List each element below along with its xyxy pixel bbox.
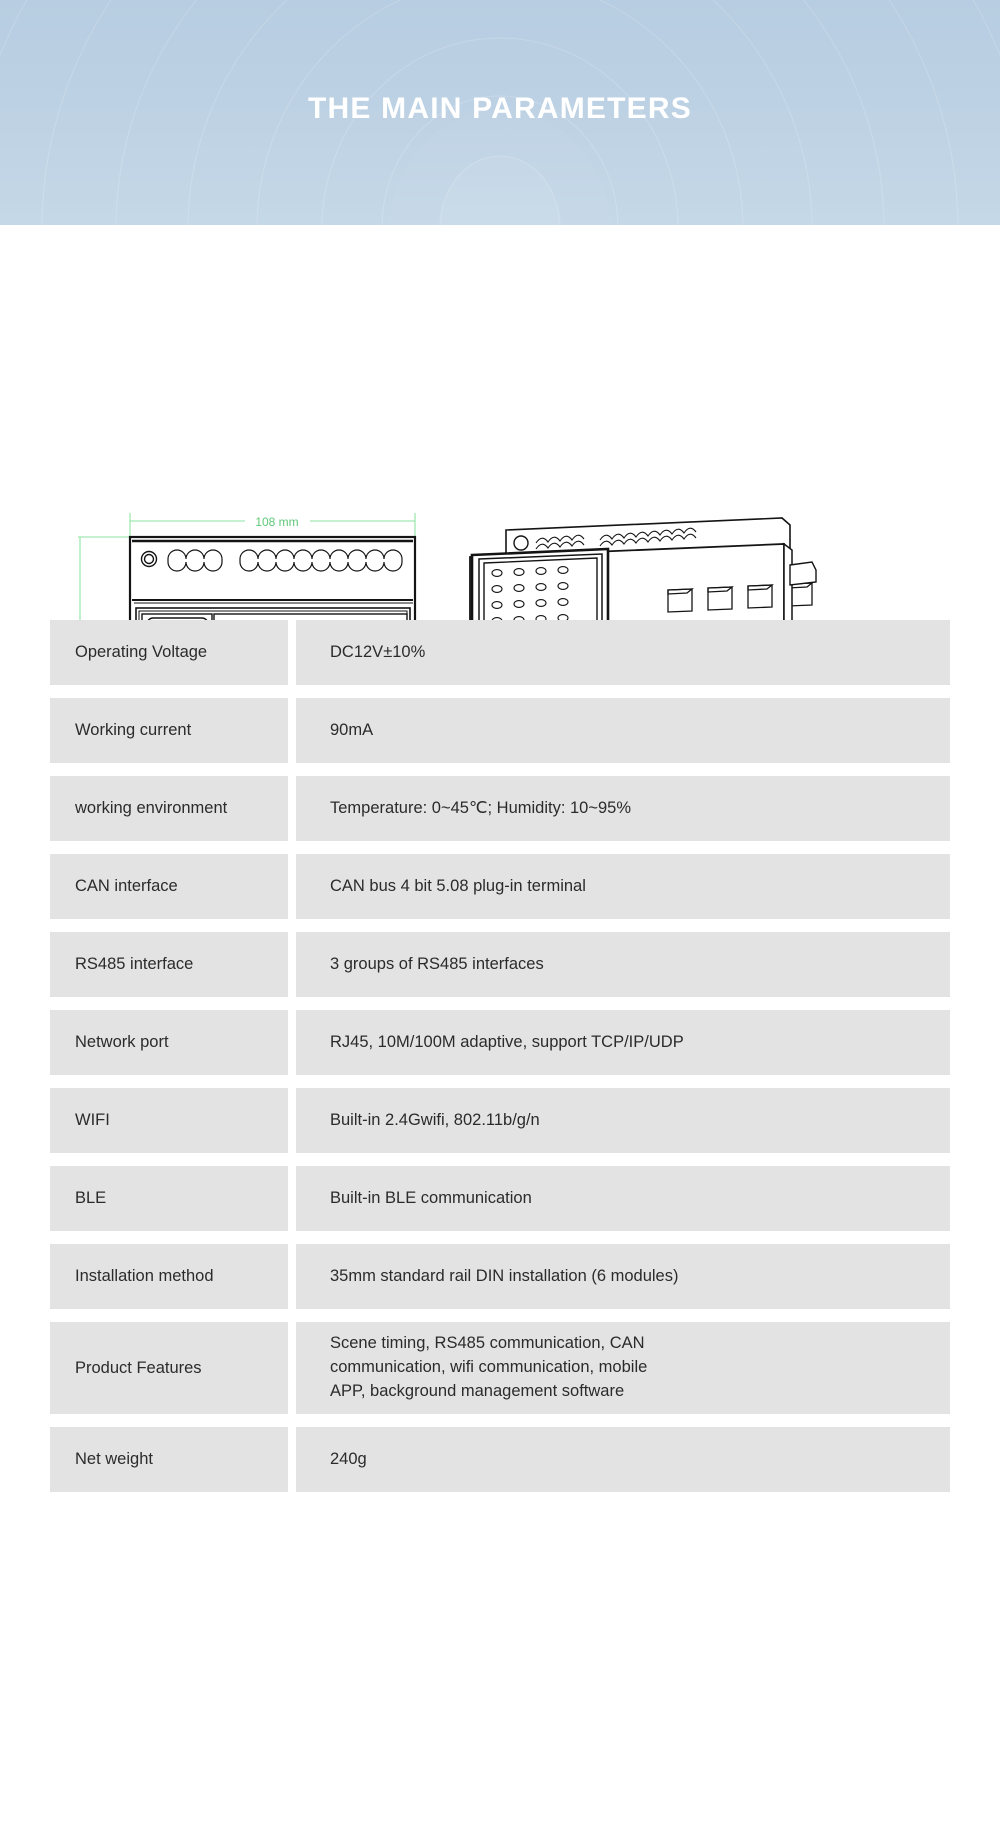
spec-key-cell: Net weight bbox=[50, 1427, 288, 1492]
spec-value-text: Scene timing, RS485 communication, CAN c… bbox=[330, 1334, 648, 1400]
spec-key-cell: WIFI bbox=[50, 1088, 288, 1153]
spec-row: BLE Built-in BLE communication bbox=[50, 1166, 950, 1231]
spec-value-cell: Scene timing, RS485 communication, CAN c… bbox=[296, 1322, 950, 1414]
spec-value-cell: 3 groups of RS485 interfaces bbox=[296, 932, 950, 997]
spec-value-cell: RJ45, 10M/100M adaptive, support TCP/IP/… bbox=[296, 1010, 950, 1075]
spec-key-cell: Product Features bbox=[50, 1322, 288, 1414]
spec-key-cell: Installation method bbox=[50, 1244, 288, 1309]
spec-value-cell: Built-in BLE communication bbox=[296, 1166, 950, 1231]
spec-key-cell: BLE bbox=[50, 1166, 288, 1231]
spec-row: Operating Voltage DC12V±10% bbox=[50, 620, 950, 685]
spec-key-cell: Working current bbox=[50, 698, 288, 763]
spec-key-cell: Operating Voltage bbox=[50, 620, 288, 685]
front-view-technical-drawing bbox=[128, 535, 417, 620]
spec-value-cell: 240g bbox=[296, 1427, 950, 1492]
spec-row: Working current 90mA bbox=[50, 698, 950, 763]
spec-row: Installation method 35mm standard rail DI… bbox=[50, 1244, 950, 1309]
spec-value-cell: Temperature: 0~45℃; Humidity: 10~95% bbox=[296, 776, 950, 841]
isometric-product-drawing bbox=[469, 517, 817, 620]
spec-value-cell: DC12V±10% bbox=[296, 620, 950, 685]
product-drawings-section: 108 mm 88 mm bbox=[0, 225, 1000, 620]
spec-key-cell: RS485 interface bbox=[50, 932, 288, 997]
page-title: THE MAIN PARAMETERS bbox=[308, 92, 692, 125]
specification-table: Operating Voltage DC12V±10% Working curren… bbox=[0, 620, 1000, 1492]
product-drawing-canvas: 108 mm 88 mm bbox=[78, 513, 817, 620]
spec-key-cell: Network port bbox=[50, 1010, 288, 1075]
spec-row: RS485 interface 3 groups of RS485 interfa… bbox=[50, 932, 950, 997]
spec-value-cell: CAN bus 4 bit 5.08 plug-in terminal bbox=[296, 854, 950, 919]
spec-key-cell: CAN interface bbox=[50, 854, 288, 919]
spec-row: WIFI Built-in 2.4Gwifi, 802.11b/g/n bbox=[50, 1088, 950, 1153]
spec-row: Network port RJ45, 10M/100M adaptive, sup… bbox=[50, 1010, 950, 1075]
spec-key-cell: working environment bbox=[50, 776, 288, 841]
spec-row: CAN interface CAN bus 4 bit 5.08 plug-in … bbox=[50, 854, 950, 919]
spec-value-cell: 90mA bbox=[296, 698, 950, 763]
spec-row: Net weight 240g bbox=[50, 1427, 950, 1492]
spec-row: Product Features Scene timing, RS485 comm… bbox=[50, 1322, 950, 1414]
width-dimension-label: 108 mm bbox=[255, 515, 298, 529]
spec-value-cell: Built-in 2.4Gwifi, 802.11b/g/n bbox=[296, 1088, 950, 1153]
spec-row: working environment Temperature: 0~45℃; H… bbox=[50, 776, 950, 841]
page-header-banner: THE MAIN PARAMETERS bbox=[0, 0, 1000, 225]
spec-value-cell: 35mm standard rail DIN installation (6 m… bbox=[296, 1244, 950, 1309]
